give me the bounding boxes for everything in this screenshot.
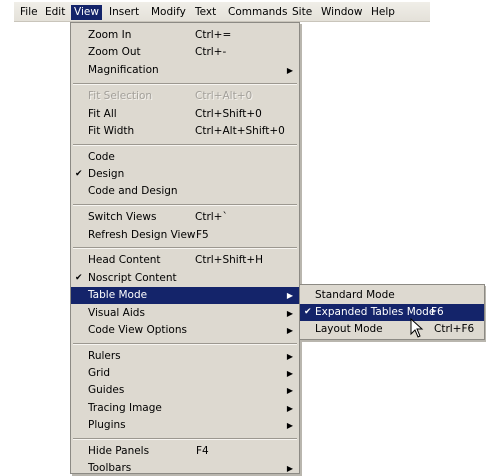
menu-item-label: Refresh Design View [88,229,196,241]
menu-item-code-view-options[interactable]: Code View Options ▶ [71,322,299,339]
menu-item-toolbars[interactable]: Toolbars ▶ [71,460,299,476]
menu-item-fit-selection: Fit Selection Ctrl+Alt+0 [71,88,299,105]
menu-separator [73,144,297,146]
mouse-pointer-icon [410,318,424,338]
menu-insert[interactable]: Insert [106,5,142,20]
check-icon: ✔ [304,307,312,317]
menu-item-hide-panels[interactable]: Hide Panels F4 [71,443,299,460]
menu-window[interactable]: Window [318,5,365,20]
menu-item-design[interactable]: ✔ Design [71,166,299,183]
menu-item-label: Toolbars [88,462,132,474]
submenu-arrow-icon: ▶ [286,386,293,395]
menu-item-label: Visual Aids [88,307,145,319]
menu-commands[interactable]: Commands [225,5,290,20]
menu-item-shortcut: Ctrl+` [195,211,228,223]
menu-item-refresh-design-view[interactable]: Refresh Design View F5 [71,227,299,244]
menu-modify[interactable]: Modify [148,5,189,20]
menu-item-code-and-design[interactable]: Code and Design [71,183,299,200]
menu-item-fit-width[interactable]: Fit Width Ctrl+Alt+Shift+0 [71,123,299,140]
menu-item-label: Rulers [88,350,121,362]
submenu-arrow-icon: ▶ [286,404,293,413]
menu-item-zoom-out[interactable]: Zoom Out Ctrl+- [71,44,299,61]
menu-item-plugins[interactable]: Plugins ▶ [71,417,299,434]
menu-item-shortcut: Ctrl+Alt+Shift+0 [195,125,285,137]
menu-item-label: Tracing Image [88,402,162,414]
menu-item-label: Magnification [88,64,159,76]
menu-item-label: Standard Mode [315,289,395,301]
menu-item-label: Guides [88,384,125,396]
submenu-arrow-icon: ▶ [286,464,293,473]
menu-view[interactable]: View [71,5,102,20]
submenu-item-layout-mode[interactable]: Layout Mode Ctrl+F6 [300,321,484,338]
menu-separator [73,247,297,249]
menu-item-label: Fit Selection [88,90,153,102]
menu-item-shortcut: Ctrl+F6 [434,323,475,335]
menu-item-label: Grid [88,367,111,379]
check-icon: ✔ [75,169,83,179]
menu-item-table-mode[interactable]: Table Mode ▶ [71,287,299,304]
menu-item-shortcut: Ctrl+Shift+0 [195,108,262,120]
submenu-arrow-icon: ▶ [286,369,293,378]
menu-item-label: Head Content [88,254,161,266]
menu-item-shortcut: Ctrl+= [195,29,232,41]
table-mode-submenu: Standard Mode ✔ Expanded Tables Mode F6 … [299,284,485,340]
submenu-arrow-icon: ▶ [286,352,293,361]
menu-item-label: Switch Views [88,211,157,223]
menu-bar: File Edit View Insert Modify Text Comman… [14,2,430,22]
menu-item-head-content[interactable]: Head Content Ctrl+Shift+H [71,252,299,269]
menu-edit[interactable]: Edit [42,5,68,20]
menu-item-shortcut: F4 [196,445,209,457]
menu-item-label: Zoom In [88,29,132,41]
menu-item-shortcut: F5 [196,229,209,241]
submenu-arrow-icon: ▶ [286,66,293,75]
menu-item-label: Noscript Content [88,272,177,284]
menu-item-label: Table Mode [88,289,148,301]
menu-item-shortcut: Ctrl+Shift+H [195,254,264,266]
menu-item-label: Fit All [88,108,117,120]
menu-help[interactable]: Help [368,5,398,20]
submenu-arrow-icon: ▶ [286,326,293,335]
menu-item-code[interactable]: Code [71,149,299,166]
menu-item-label: Fit Width [88,125,135,137]
menu-item-shortcut: F6 [431,306,444,318]
menu-separator [73,83,297,85]
menu-item-rulers[interactable]: Rulers ▶ [71,348,299,365]
menu-item-tracing-image[interactable]: Tracing Image ▶ [71,400,299,417]
menu-item-label: Code [88,151,115,163]
menu-item-label: Hide Panels [88,445,150,457]
menu-separator [73,204,297,206]
menu-item-label: Code View Options [88,324,187,336]
menu-item-noscript-content[interactable]: ✔ Noscript Content [71,270,299,287]
submenu-arrow-icon: ▶ [286,309,293,318]
view-menu: Zoom In Ctrl+= Zoom Out Ctrl+- Magnifica… [70,22,300,474]
menu-file[interactable]: File [17,5,41,20]
submenu-item-expanded-tables-mode[interactable]: ✔ Expanded Tables Mode F6 [300,304,484,321]
menu-item-shortcut: Ctrl+- [195,46,227,58]
submenu-item-standard-mode[interactable]: Standard Mode [300,287,484,304]
menu-item-magnification[interactable]: Magnification ▶ [71,62,299,79]
menu-item-switch-views[interactable]: Switch Views Ctrl+` [71,209,299,226]
menu-item-label: Layout Mode [315,323,383,335]
menu-separator [73,343,297,345]
menu-separator [73,438,297,440]
menu-item-label: Plugins [88,419,126,431]
menu-item-visual-aids[interactable]: Visual Aids ▶ [71,305,299,322]
submenu-arrow-icon: ▶ [286,421,293,430]
menu-site[interactable]: Site [289,5,315,20]
menu-item-fit-all[interactable]: Fit All Ctrl+Shift+0 [71,106,299,123]
menu-item-zoom-in[interactable]: Zoom In Ctrl+= [71,27,299,44]
menu-item-guides[interactable]: Guides ▶ [71,382,299,399]
menu-text[interactable]: Text [192,5,219,20]
menu-item-label: Design [88,168,125,180]
menu-item-grid[interactable]: Grid ▶ [71,365,299,382]
check-icon: ✔ [75,273,83,283]
submenu-arrow-icon: ▶ [286,291,293,300]
menu-item-label: Zoom Out [88,46,141,58]
menu-item-shortcut: Ctrl+Alt+0 [195,90,253,102]
menu-item-label: Code and Design [88,185,178,197]
